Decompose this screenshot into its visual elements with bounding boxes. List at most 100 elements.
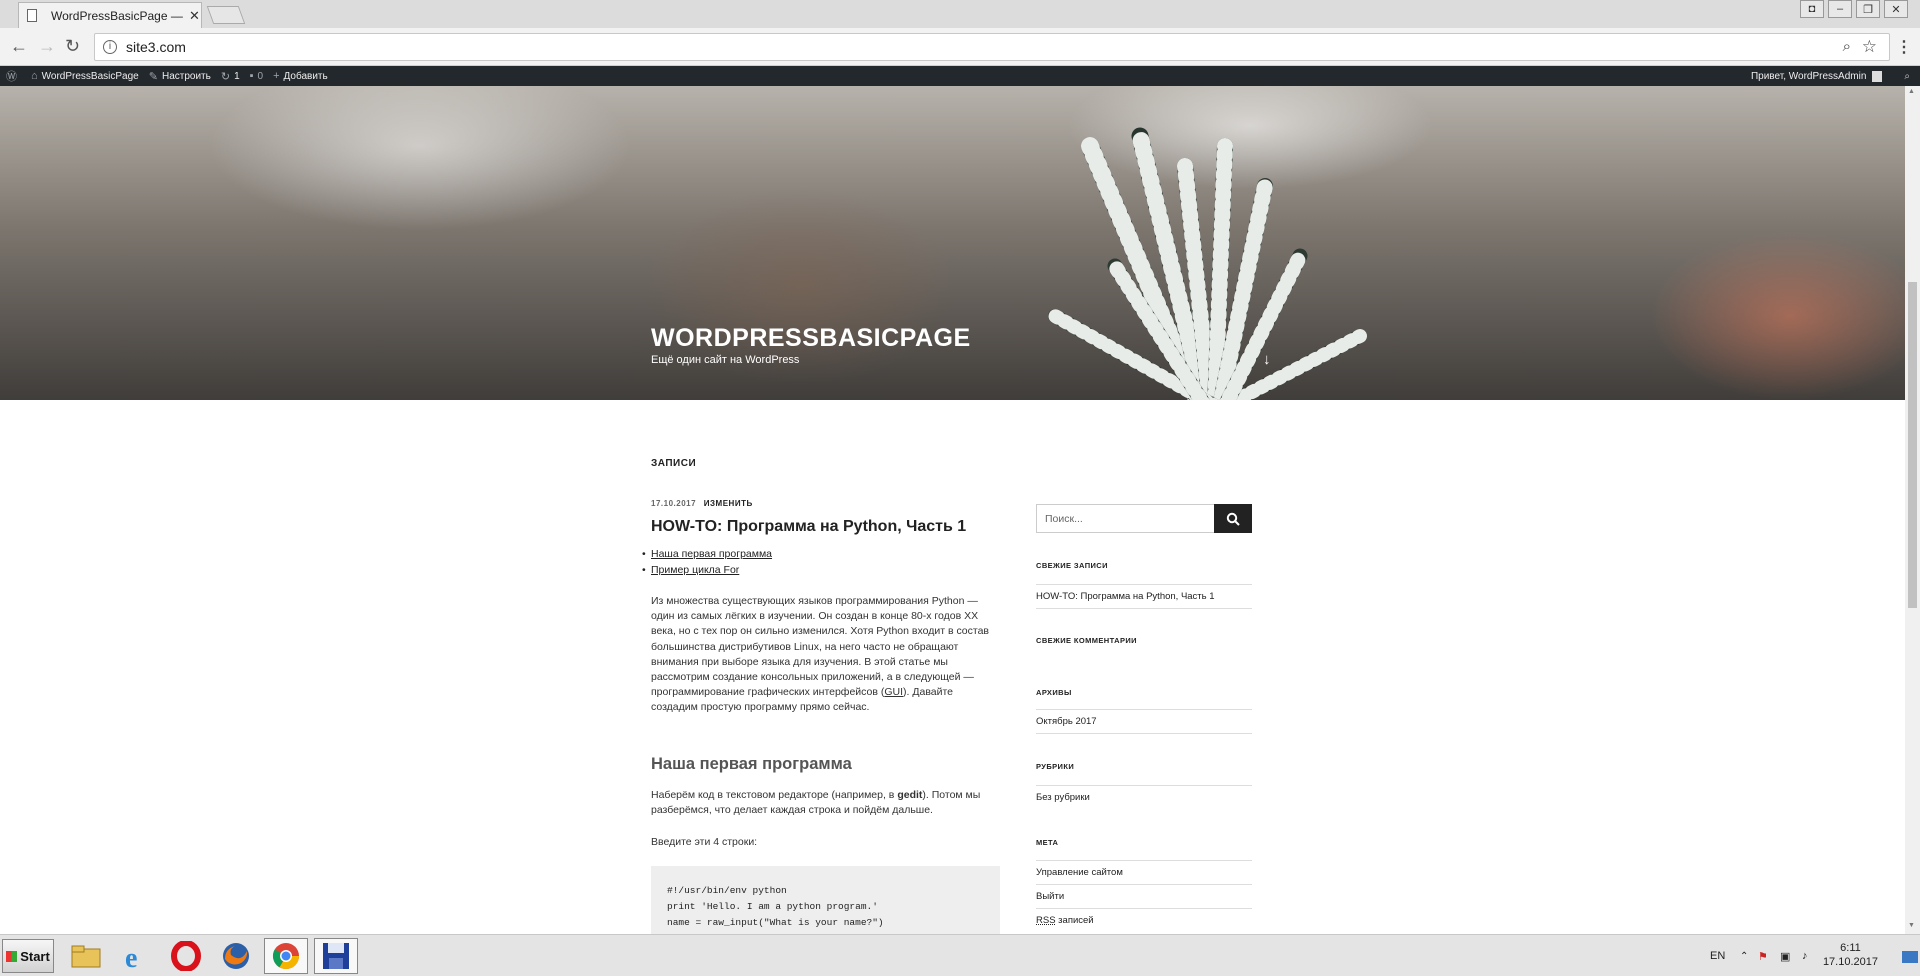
- url-text[interactable]: site3.com: [126, 39, 186, 55]
- bookmark-star-icon[interactable]: ☆: [1862, 37, 1877, 57]
- widget-title-recent-posts: СВЕЖИЕ ЗАПИСИ: [1036, 561, 1108, 570]
- intro-paragraph: Из множества существующих языков програм…: [651, 595, 990, 714]
- adminbar-greeting[interactable]: Привет, WordPressAdmin: [1751, 71, 1866, 82]
- language-indicator[interactable]: EN: [1710, 935, 1725, 977]
- scrollbar-thumb[interactable]: [1908, 282, 1917, 608]
- recent-post-link[interactable]: HOW-TO: Программа на Python, Часть 1: [1036, 591, 1215, 602]
- post-meta: 17.10.2017 ИЗМЕНИТЬ: [651, 499, 753, 508]
- widget-title-archives: АРХИВЫ: [1036, 688, 1072, 697]
- internet-explorer-icon[interactable]: e: [114, 938, 158, 974]
- tab-title: WordPressBasicPage — Eu: [51, 8, 183, 23]
- divider: [1036, 608, 1252, 609]
- tab-close-icon[interactable]: ✕: [189, 8, 200, 24]
- widget-title-recent-comments: СВЕЖИЕ КОММЕНТАРИИ: [1036, 636, 1137, 645]
- paragraph: Введите эти 4 строки:: [651, 836, 758, 848]
- show-desktop-button[interactable]: [1902, 951, 1918, 963]
- back-icon[interactable]: ←: [10, 36, 28, 57]
- site-description: Ещё один сайт на WordPress: [651, 354, 800, 366]
- explorer-app-icon[interactable]: [64, 938, 108, 974]
- post-edit-link[interactable]: ИЗМЕНИТЬ: [704, 499, 753, 508]
- new-tab-button[interactable]: [206, 6, 246, 24]
- restore-button[interactable]: ❐: [1856, 0, 1880, 18]
- post-title[interactable]: HOW-TO: Программа на Python, Часть 1: [651, 518, 966, 536]
- divider: [1036, 733, 1252, 734]
- network-icon[interactable]: ▣: [1780, 935, 1790, 977]
- address-toolbar: ← → ↻ i site3.com ⌕ ☆ ⋮: [0, 28, 1920, 66]
- list-item: Пример цикла For: [642, 564, 772, 580]
- adminbar-customize[interactable]: ✎ Настроить: [149, 70, 211, 83]
- tray-flag-icon[interactable]: ⚑: [1758, 935, 1768, 977]
- search-icon: [1226, 512, 1240, 526]
- opera-icon[interactable]: [164, 938, 208, 974]
- start-button[interactable]: Start: [2, 939, 54, 973]
- svg-text:e: e: [125, 943, 137, 971]
- adminbar-add-new[interactable]: + Добавить: [273, 70, 328, 82]
- zoom-icon[interactable]: ⌕: [1843, 38, 1851, 55]
- divider: [1036, 584, 1252, 585]
- category-link[interactable]: Без рубрики: [1036, 792, 1090, 803]
- divider: [1036, 709, 1252, 710]
- wp-admin-bar: Ⓦ ⌂ WordPressBasicPage ✎ Настроить ↻ 1 ▪ 0 +…: [0, 66, 1920, 86]
- volume-icon[interactable]: ♪: [1802, 935, 1808, 977]
- page-heading: ЗАПИСИ: [651, 458, 697, 469]
- search-form: Поиск...: [1036, 504, 1252, 533]
- comment-icon: ▪: [249, 70, 254, 82]
- search-input[interactable]: Поиск...: [1045, 513, 1083, 525]
- user-icon[interactable]: ◘: [1800, 0, 1824, 18]
- plus-icon: +: [273, 70, 280, 82]
- tray-expand-icon[interactable]: ⌃: [1740, 935, 1748, 977]
- search-button[interactable]: [1214, 504, 1252, 533]
- adminbar-comments[interactable]: ▪ 0: [250, 70, 263, 82]
- arrow-down-icon[interactable]: ↓: [1263, 351, 1271, 368]
- divider: [1036, 884, 1252, 885]
- chrome-icon[interactable]: [264, 938, 308, 974]
- updates-icon: ↻: [220, 70, 231, 83]
- site-title[interactable]: WORDPRESSBASICPAGE: [651, 324, 971, 353]
- close-window-button[interactable]: ✕: [1884, 0, 1908, 18]
- adminbar-search-icon[interactable]: ⌕: [1904, 71, 1910, 82]
- archive-link[interactable]: Октябрь 2017: [1036, 716, 1097, 727]
- list-item: Наша первая программа: [642, 548, 772, 564]
- scroll-down-icon[interactable]: ▼: [1908, 922, 1915, 929]
- gedit-text: gedit: [897, 789, 923, 801]
- page-icon: [27, 9, 37, 22]
- firefox-icon[interactable]: [214, 938, 258, 974]
- post-date[interactable]: 17.10.2017: [651, 499, 696, 508]
- save-app-icon[interactable]: [314, 938, 358, 974]
- home-icon: ⌂: [31, 70, 38, 82]
- page-scrollbar[interactable]: ▲ ▼: [1905, 86, 1920, 934]
- widget-title-meta: МЕТА: [1036, 838, 1059, 847]
- site-info-icon[interactable]: i: [103, 40, 117, 54]
- divider: [1036, 785, 1252, 786]
- gui-abbr: GUI: [884, 686, 904, 699]
- browser-menu-icon[interactable]: ⋮: [1896, 37, 1912, 57]
- browser-tab-strip: WordPressBasicPage — Eu ✕ ◘ – ❐ ✕: [0, 0, 1920, 28]
- adminbar-site-name[interactable]: ⌂ WordPressBasicPage: [31, 70, 139, 82]
- meta-link-rss[interactable]: RSS записей: [1036, 915, 1094, 926]
- address-bar[interactable]: i site3.com ⌕ ☆: [94, 33, 1890, 61]
- clock[interactable]: 6:11 17.10.2017: [1823, 941, 1878, 969]
- site-header-image: WORDPRESSBASICPAGE Ещё один сайт на Word…: [0, 86, 1905, 400]
- meta-link-dashboard[interactable]: Управление сайтом: [1036, 867, 1123, 878]
- divider: [1036, 908, 1252, 909]
- browser-tab[interactable]: WordPressBasicPage — Eu ✕: [18, 2, 202, 28]
- avatar[interactable]: [1872, 70, 1883, 82]
- toc-link-for-loop[interactable]: Пример цикла For: [651, 564, 739, 576]
- adminbar-updates[interactable]: ↻ 1: [221, 70, 240, 83]
- plant-image: [1048, 127, 1367, 400]
- table-of-contents: Наша первая программа Пример цикла For: [642, 548, 772, 580]
- wordpress-logo-icon[interactable]: Ⓦ: [6, 68, 21, 84]
- clock-time: 6:11: [1840, 942, 1861, 954]
- paragraph: Наберём код в текстовом редакторе (напри…: [651, 789, 981, 817]
- divider: [1036, 860, 1252, 861]
- section-heading: Наша первая программа: [651, 755, 852, 773]
- minimize-button[interactable]: –: [1828, 0, 1852, 18]
- meta-link-logout[interactable]: Выйти: [1036, 891, 1064, 902]
- toc-link-first-program[interactable]: Наша первая программа: [651, 548, 772, 560]
- os-taskbar: Start e EN ⌃ ⚑ ▣ ♪ 6:11 17.10.2017: [0, 934, 1920, 976]
- brush-icon: ✎: [148, 70, 158, 83]
- forward-icon[interactable]: →: [38, 36, 56, 57]
- reload-icon[interactable]: ↻: [65, 36, 80, 57]
- scroll-up-icon[interactable]: ▲: [1908, 88, 1915, 95]
- windows-flag-icon: [6, 950, 18, 962]
